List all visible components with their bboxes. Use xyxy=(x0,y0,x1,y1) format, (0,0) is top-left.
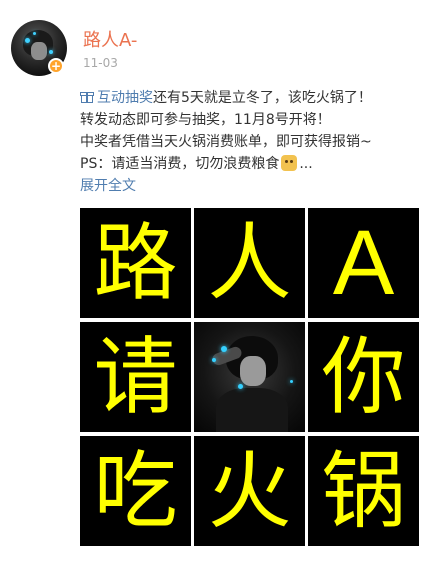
grid-image-6[interactable]: 你 xyxy=(308,322,419,432)
grid-char: A xyxy=(332,212,395,314)
weibo-post: + 路人A- 11-03 互动抽奖还有5天就是立冬了，该吃火锅了！ 转发动态即可… xyxy=(0,0,441,565)
post-line-2: 转发动态即可参与抽奖，11月8号开将！ xyxy=(80,112,331,128)
grid-image-4[interactable]: 请 xyxy=(80,322,191,432)
grid-char: 人 xyxy=(207,214,292,312)
gift-icon xyxy=(80,90,94,103)
grid-char: 吃 xyxy=(93,442,178,540)
grid-image-9[interactable]: 锅 xyxy=(308,436,419,546)
grid-image-8[interactable]: 火 xyxy=(194,436,305,546)
grid-image-2[interactable]: 人 xyxy=(194,208,305,318)
post-text: 互动抽奖还有5天就是立冬了，该吃火锅了！ 转发动态即可参与抽奖，11月8号开将！… xyxy=(80,87,432,197)
post-line-1-text: 还有5天就是立冬了，该吃火锅了！ xyxy=(153,90,372,106)
doge-emoji-icon xyxy=(281,155,298,171)
avatar-sparkle xyxy=(49,50,53,54)
post-line-3: 中奖者凭借当天火锅消费账单，即可获得报销~ xyxy=(80,134,372,150)
post-line-4: PS：请适当消费，切勿浪费粮食... xyxy=(80,153,432,175)
post-timestamp: 11-03 xyxy=(83,56,118,70)
grid-char: 路 xyxy=(93,214,178,312)
photo-face xyxy=(240,356,266,386)
grid-char: 请 xyxy=(93,328,178,426)
post-line-4-text: PS：请适当消费，切勿浪费粮食 xyxy=(80,156,280,172)
avatar-sparkle xyxy=(25,38,30,43)
grid-image-1[interactable]: 路 xyxy=(80,208,191,318)
avatar-sparkle xyxy=(33,32,36,35)
lottery-link[interactable]: 互动抽奖 xyxy=(80,90,153,106)
grid-image-7[interactable]: 吃 xyxy=(80,436,191,546)
photo-sparkle xyxy=(238,384,243,389)
grid-image-5-photo[interactable] xyxy=(194,322,305,432)
post-line-1: 互动抽奖还有5天就是立冬了，该吃火锅了！ xyxy=(80,87,432,109)
photo-sparkle xyxy=(221,346,227,352)
ellipsis: ... xyxy=(299,156,313,172)
lottery-link-label[interactable]: 互动抽奖 xyxy=(97,90,153,106)
vip-badge-icon: + xyxy=(48,58,64,74)
photo-sparkle xyxy=(212,358,216,362)
grid-char: 火 xyxy=(207,442,292,540)
photo-sparkle xyxy=(290,380,293,383)
grid-char: 锅 xyxy=(321,442,406,540)
photo-body xyxy=(216,388,288,432)
expand-full-text-link[interactable]: 展开全文 xyxy=(80,175,432,197)
grid-char: 你 xyxy=(321,328,406,426)
avatar-face xyxy=(31,42,47,60)
grid-image-3[interactable]: A xyxy=(308,208,419,318)
username[interactable]: 路人A- xyxy=(83,26,137,52)
